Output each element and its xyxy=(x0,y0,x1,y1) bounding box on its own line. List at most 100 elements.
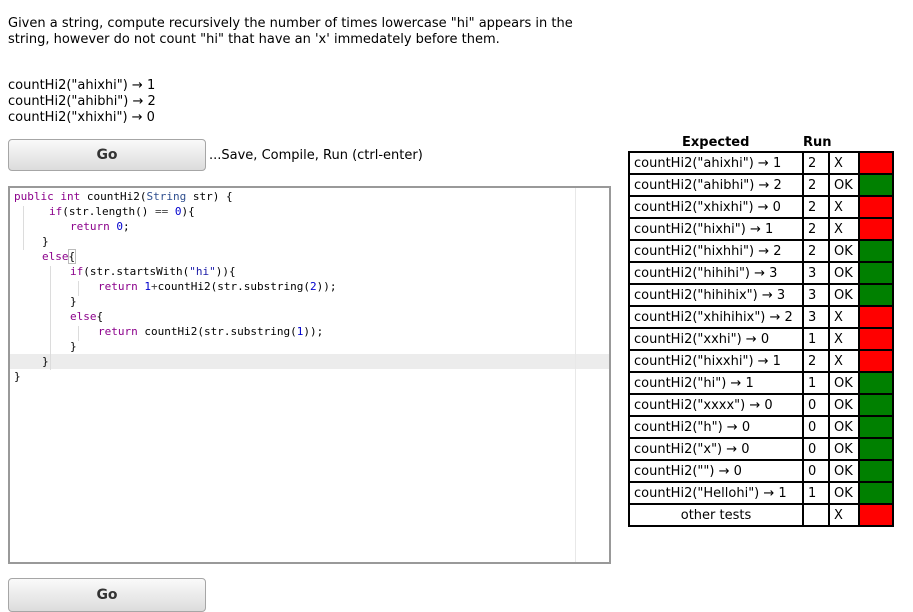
code-line: else{ xyxy=(42,249,77,264)
result-row: countHi2("hihihi") → 3 3 OK xyxy=(628,261,894,285)
run-cell: 3 xyxy=(802,261,830,285)
code-line: } xyxy=(14,370,21,383)
expected-cell: countHi2("hixxhi") → 1 xyxy=(628,349,804,373)
example-item: countHi2("xhixhi") → 0 xyxy=(8,110,155,125)
run-cell: 1 xyxy=(802,481,830,505)
run-cell xyxy=(802,503,830,527)
result-cell: X xyxy=(828,349,860,373)
result-row: countHi2("xxhi") → 01X xyxy=(628,327,894,351)
result-cell: X xyxy=(828,217,860,241)
result-cell: X xyxy=(828,503,860,527)
active-line-highlight xyxy=(10,354,609,369)
result-cell: OK xyxy=(828,459,860,483)
code-line: } xyxy=(70,295,77,308)
status-color-cell xyxy=(858,371,894,395)
expected-cell: countHi2("hihihi") → 3 xyxy=(628,261,804,285)
go-button[interactable]: Go xyxy=(8,139,206,171)
expected-cell: countHi2("") → 0 xyxy=(628,459,804,483)
result-row: countHi2("xhixhi") → 02X xyxy=(628,195,894,219)
status-color-cell xyxy=(858,239,894,263)
result-row: countHi2("hixhhi") → 2 2 OK xyxy=(628,239,894,263)
run-cell: 2 xyxy=(802,151,830,175)
status-color-cell xyxy=(858,503,894,527)
problem-prompt: Given a string, compute recursively the … xyxy=(8,16,573,47)
expected-cell: countHi2("xxxx") → 0 xyxy=(628,393,804,417)
run-cell: 0 xyxy=(802,459,830,483)
run-cell: 1 xyxy=(802,371,830,395)
result-cell: X xyxy=(828,305,860,329)
expected-cell: countHi2("xhihihix") → 2 xyxy=(628,305,804,329)
run-cell: 0 xyxy=(802,437,830,461)
result-row: countHi2("ahixhi") → 12X xyxy=(628,151,894,175)
run-hint: ...Save, Compile, Run (ctrl-enter) xyxy=(209,148,423,163)
result-row: countHi2("hihihix") → 3 3 OK xyxy=(628,283,894,307)
status-color-cell xyxy=(858,195,894,219)
result-row: countHi2("ahibhi") → 2 2 OK xyxy=(628,173,894,197)
expected-cell: countHi2("xxhi") → 0 xyxy=(628,327,804,351)
expected-cell: countHi2("hihihix") → 3 xyxy=(628,283,804,307)
result-cell: OK xyxy=(828,283,860,307)
status-color-cell xyxy=(858,261,894,285)
expected-cell: countHi2("h") → 0 xyxy=(628,415,804,439)
expected-cell: countHi2("ahibhi") → 2 xyxy=(628,173,804,197)
result-row: countHi2("") → 0 0 OK xyxy=(628,459,894,483)
result-row: countHi2("xhihihix") → 23X xyxy=(628,305,894,329)
code-line: return countHi2(str.substring(1)); xyxy=(98,325,324,338)
example-item: countHi2("ahibhi") → 2 xyxy=(8,94,156,109)
print-margin xyxy=(575,188,576,562)
results-table: countHi2("ahixhi") → 1 2 XcountHi2("ahibhi… xyxy=(628,151,894,527)
code-editor[interactable]: public int countHi2(String str) { if(str… xyxy=(8,186,611,564)
status-color-cell xyxy=(858,437,894,461)
expected-cell: other tests xyxy=(628,503,804,527)
result-cell: OK xyxy=(828,437,860,461)
expected-cell: countHi2("hixhhi") → 2 xyxy=(628,239,804,263)
example-item: countHi2("ahixhi") → 1 xyxy=(8,78,156,93)
result-cell: OK xyxy=(828,415,860,439)
run-cell: 1 xyxy=(802,327,830,351)
code-line: if(str.length() == 0){ xyxy=(49,205,195,218)
run-cell: 2 xyxy=(802,349,830,373)
run-cell: 2 xyxy=(802,173,830,197)
expected-cell: countHi2("ahixhi") → 1 xyxy=(628,151,804,175)
code-line: } xyxy=(42,355,49,368)
run-cell: 0 xyxy=(802,415,830,439)
result-row: countHi2("x") → 0 0 OK xyxy=(628,437,894,461)
code-line: } xyxy=(70,340,77,353)
examples-list: countHi2("ahixhi") → 1 countHi2("ahibhi"… xyxy=(8,78,156,126)
result-cell: X xyxy=(828,195,860,219)
code-line: if(str.startsWith("hi")){ xyxy=(70,265,236,278)
run-cell: 2 xyxy=(802,217,830,241)
run-cell: 3 xyxy=(802,305,830,329)
status-color-cell xyxy=(858,217,894,241)
status-color-cell xyxy=(858,415,894,439)
result-cell: OK xyxy=(828,371,860,395)
expected-cell: countHi2("hi") → 1 xyxy=(628,371,804,395)
result-row: countHi2("hixhi") → 12X xyxy=(628,217,894,241)
status-color-cell xyxy=(858,283,894,307)
result-row: countHi2("h") → 0 0 OK xyxy=(628,415,894,439)
code-line: return 0; xyxy=(70,220,130,233)
result-cell: X xyxy=(828,151,860,175)
status-color-cell xyxy=(858,459,894,483)
run-cell: 2 xyxy=(802,239,830,263)
expected-cell: countHi2("x") → 0 xyxy=(628,437,804,461)
run-cell: 2 xyxy=(802,195,830,219)
run-cell: 0 xyxy=(802,393,830,417)
result-row: other tests X xyxy=(628,503,894,527)
go-button-bottom[interactable]: Go xyxy=(8,578,206,612)
status-color-cell xyxy=(858,327,894,351)
result-row: countHi2("hixxhi") → 12X xyxy=(628,349,894,373)
status-color-cell xyxy=(858,173,894,197)
result-cell: OK xyxy=(828,481,860,505)
status-color-cell xyxy=(858,151,894,175)
result-cell: X xyxy=(828,327,860,351)
result-cell: OK xyxy=(828,261,860,285)
expected-cell: countHi2("Hellohi") → 1 xyxy=(628,481,804,505)
status-color-cell xyxy=(858,349,894,373)
result-row: countHi2("hi") → 1 1 OK xyxy=(628,371,894,395)
result-row: countHi2("Hellohi") → 1 1 OK xyxy=(628,481,894,505)
result-cell: OK xyxy=(828,393,860,417)
run-cell: 3 xyxy=(802,283,830,307)
status-color-cell xyxy=(858,481,894,505)
code-line: public int countHi2(String str) { xyxy=(14,190,233,203)
